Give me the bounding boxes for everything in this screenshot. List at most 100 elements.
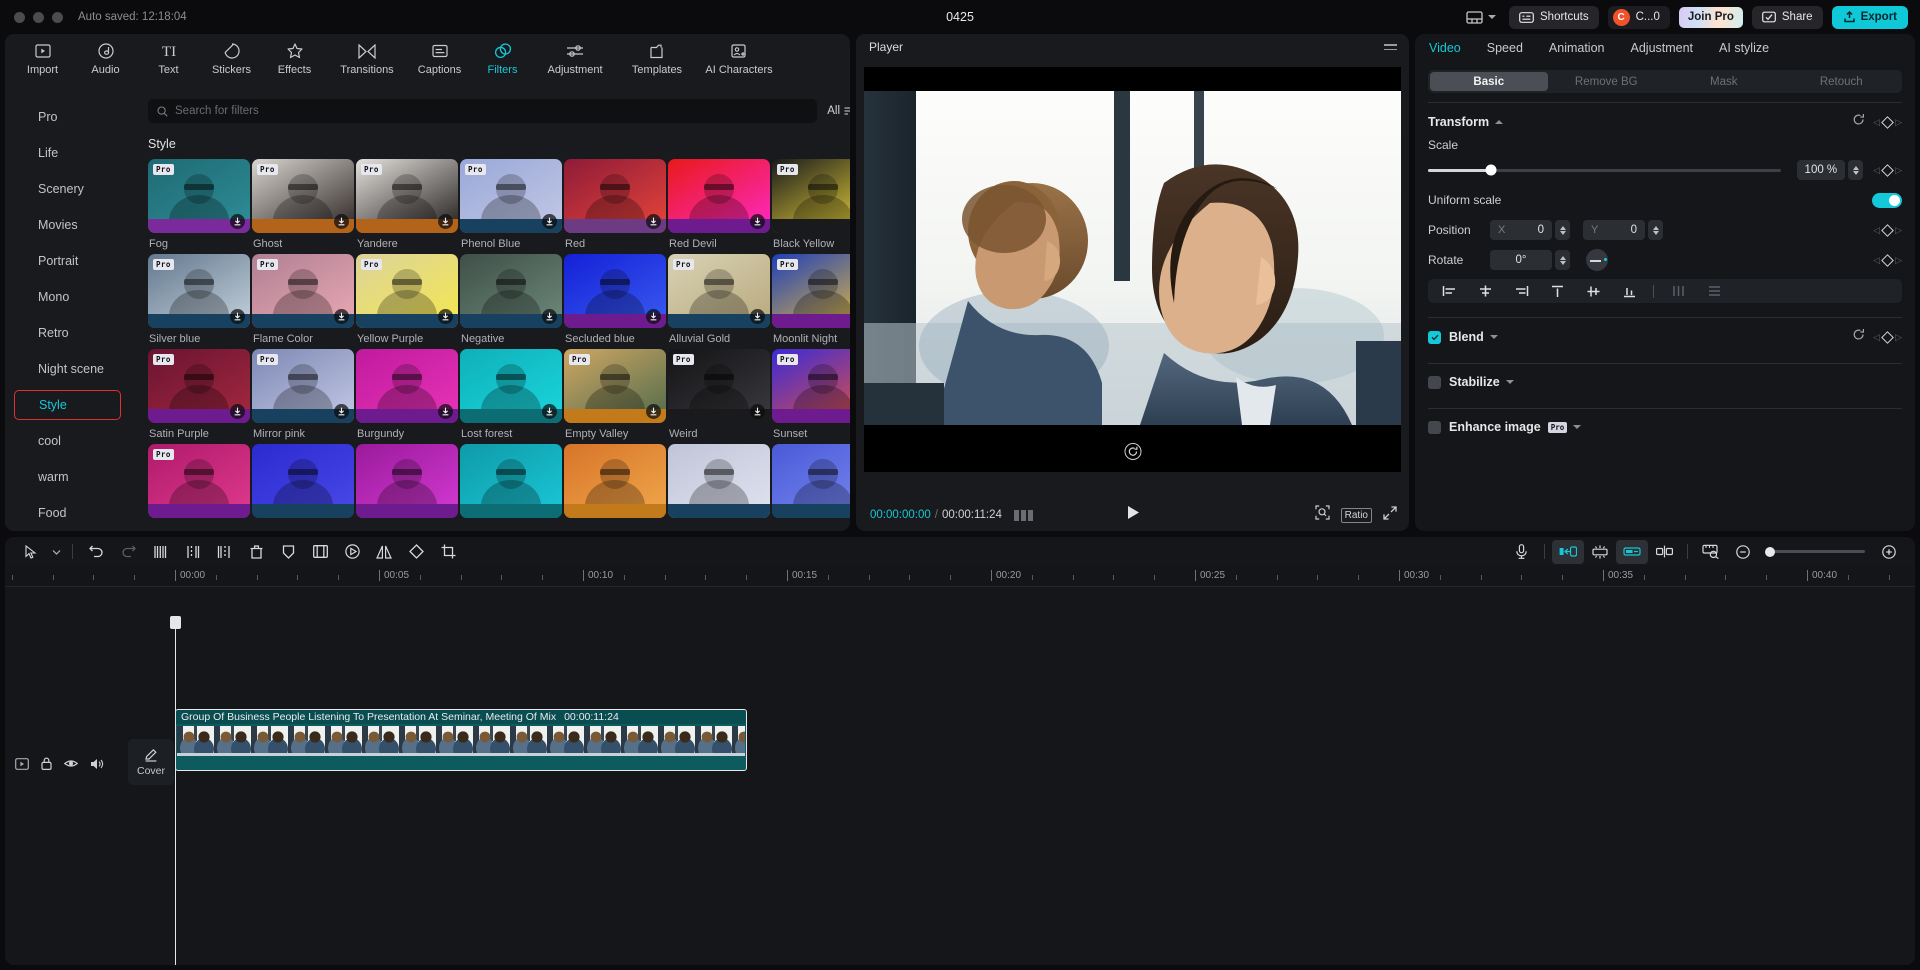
filter-thumbnail[interactable] (252, 444, 354, 518)
snap-button[interactable] (1584, 540, 1616, 564)
filter-cell[interactable]: ProMoonlit Night (772, 254, 850, 345)
record-voiceover-button[interactable] (1505, 540, 1537, 564)
filter-cell[interactable]: ProPhenol Blue (460, 159, 562, 250)
player-menu-icon[interactable] (1384, 44, 1397, 50)
split-button[interactable] (144, 540, 176, 564)
download-icon[interactable] (542, 309, 557, 324)
timeline-ruler[interactable]: 00:0000:0500:1000:1500:2000:2500:3000:35… (5, 566, 1915, 587)
tool-audio[interactable]: Audio (74, 34, 137, 76)
download-icon[interactable] (334, 309, 349, 324)
filter-thumbnail[interactable] (356, 349, 458, 423)
tab-adjustment[interactable]: Adjustment (1631, 41, 1694, 55)
filter-cell[interactable]: ProFlame Color (252, 254, 354, 345)
zoom-in-button[interactable] (1873, 540, 1905, 564)
filter-cell[interactable]: ProSilver blue (148, 254, 250, 345)
tab-speed[interactable]: Speed (1487, 41, 1523, 55)
position-x-stepper[interactable] (1555, 220, 1570, 240)
keyframe-icon[interactable] (1881, 164, 1894, 177)
segment-remove-bg[interactable]: Remove BG (1548, 72, 1666, 91)
keyframe-next-icon[interactable]: ▷ (1895, 117, 1902, 128)
filter-thumbnail[interactable]: Pro (148, 444, 250, 518)
tool-filters[interactable]: Filters (471, 34, 534, 76)
maximize-window-button[interactable] (52, 12, 63, 23)
filter-cell[interactable] (252, 444, 354, 523)
distribute-vertical-button[interactable] (1697, 281, 1731, 301)
export-button[interactable]: Export (1832, 6, 1908, 29)
category-food[interactable]: Food (14, 498, 121, 528)
transform-keyframe-control[interactable]: ◁ ▷ (1873, 117, 1902, 128)
shortcuts-button[interactable]: Shortcuts (1509, 6, 1599, 29)
download-icon[interactable] (646, 214, 661, 229)
lock-track-icon[interactable] (41, 757, 52, 770)
filter-thumbnail[interactable]: Pro (772, 349, 850, 423)
keyframe-next-icon[interactable]: ▷ (1895, 255, 1902, 266)
keyframe-prev-icon[interactable]: ◁ (1873, 332, 1880, 343)
filter-cell[interactable] (564, 444, 666, 523)
crop-button[interactable] (432, 540, 464, 564)
tool-captions[interactable]: Captions (408, 34, 471, 76)
blend-checkbox[interactable] (1428, 331, 1441, 344)
scale-keyframe-control[interactable]: ◁ ▷ (1873, 165, 1902, 176)
search-box[interactable] (148, 99, 817, 123)
download-icon[interactable] (230, 309, 245, 324)
freeze-frame-button[interactable] (304, 540, 336, 564)
filter-cell[interactable]: Negative (460, 254, 562, 345)
cover-button[interactable]: Cover (128, 739, 174, 785)
filter-cell[interactable]: Secluded blue (564, 254, 666, 345)
crop-marker-button[interactable] (272, 540, 304, 564)
frames-view-icon[interactable] (1014, 510, 1033, 521)
stabilize-checkbox[interactable] (1428, 376, 1441, 389)
undo-button[interactable] (80, 540, 112, 564)
download-icon[interactable] (542, 404, 557, 419)
filter-thumbnail[interactable] (564, 254, 666, 328)
share-button[interactable]: Share (1752, 6, 1823, 29)
keyframe-icon[interactable] (1881, 254, 1894, 267)
category-pro[interactable]: Pro (14, 102, 121, 132)
search-input[interactable] (175, 105, 808, 117)
all-filter-button[interactable]: All (827, 105, 850, 117)
filter-cell[interactable]: Red Devil (668, 159, 770, 250)
align-top-button[interactable] (1540, 281, 1574, 301)
segment-retouch[interactable]: Retouch (1783, 72, 1901, 91)
filter-cell[interactable]: Pro (148, 444, 250, 523)
download-icon[interactable] (750, 309, 765, 324)
split-at-playhead-button[interactable] (1648, 540, 1680, 564)
filter-thumbnail[interactable] (460, 349, 562, 423)
scale-slider-knob[interactable] (1486, 165, 1497, 176)
align-right-button[interactable] (1504, 281, 1538, 301)
trim-end-button[interactable] (208, 540, 240, 564)
filter-cell[interactable]: ProFog (148, 159, 250, 250)
mute-track-icon[interactable] (90, 758, 104, 770)
align-bottom-button[interactable] (1612, 281, 1646, 301)
filter-cell[interactable]: ProGhost (252, 159, 354, 250)
keyframe-button[interactable] (400, 540, 432, 564)
tool-text[interactable]: TI Text (137, 34, 200, 76)
window-controls[interactable]: Auto saved: 12:18:04 (14, 11, 187, 23)
timeline-zoom-slider[interactable] (1767, 550, 1865, 553)
enhance-image-checkbox[interactable] (1428, 421, 1441, 434)
filter-thumbnail[interactable]: Pro (356, 254, 458, 328)
download-icon[interactable] (438, 214, 453, 229)
chevron-down-icon[interactable] (1506, 380, 1514, 384)
category-mono[interactable]: Mono (14, 282, 121, 312)
zoom-out-button[interactable] (1727, 540, 1759, 564)
select-tool-button[interactable] (15, 540, 47, 564)
filter-thumbnail[interactable]: Pro (252, 159, 354, 233)
tab-ai-stylize[interactable]: AI stylize (1719, 41, 1769, 55)
close-window-button[interactable] (14, 12, 25, 23)
category-warm[interactable]: warm (14, 462, 121, 492)
chevron-down-icon[interactable] (1490, 335, 1498, 339)
play-button[interactable] (1126, 505, 1140, 525)
distribute-horizontal-button[interactable] (1661, 281, 1695, 301)
filter-thumbnail[interactable]: Pro (148, 349, 250, 423)
align-left-button[interactable] (1432, 281, 1466, 301)
align-center-horizontal-button[interactable] (1468, 281, 1502, 301)
download-icon[interactable] (542, 214, 557, 229)
timeline-clip[interactable]: Group Of Business People Listening To Pr… (175, 709, 747, 771)
rotate-value[interactable]: 0° (1490, 250, 1552, 270)
filter-cell[interactable] (356, 444, 458, 523)
filter-thumbnail[interactable]: Pro (668, 349, 770, 423)
download-icon[interactable] (334, 404, 349, 419)
playhead-handle[interactable] (170, 616, 181, 629)
filter-thumbnail[interactable] (564, 444, 666, 518)
